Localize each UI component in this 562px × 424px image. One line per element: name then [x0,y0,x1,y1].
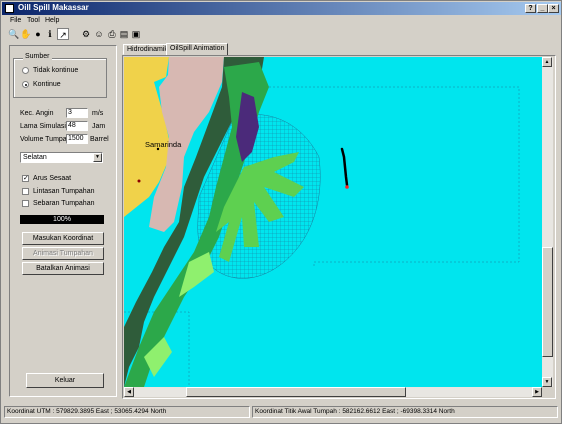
sumber-group [13,58,107,98]
horizontal-scrollbar[interactable]: ◀ ▶ [124,387,542,397]
lintasan-tumpahan-label: Lintasan Tumpahan [33,188,95,195]
person-icon[interactable]: ☺ [93,28,105,40]
info-icon[interactable]: ℹ [44,28,56,40]
layers-icon[interactable]: ▣ [130,28,142,40]
radio-tidak-kontinue-label: Tidak kontinue [33,67,79,74]
kec-angin-label: Kec. Angin [20,110,54,117]
run-icon[interactable]: ⚙ [80,28,92,40]
direction-select[interactable]: Selatan ▼ [20,152,103,163]
batalkan-animasi-button[interactable]: Batalkan Animasi [22,262,104,275]
kec-angin-input[interactable]: 3 [66,108,88,118]
lama-simulasi-label: Lama Simulasi [20,123,66,130]
scroll-down-button[interactable]: ▼ [542,377,552,387]
print-icon[interactable]: ⎙ [106,28,118,40]
spill-origin-marker[interactable] [345,185,349,189]
title-bar[interactable]: Oill Spill Makassar ? _ × [2,2,561,15]
arus-sesaat-label: Arus Sesaat [33,175,72,182]
status-utm: Koordinat UTM : 579829.3895 East ; 53065… [4,406,250,418]
horizontal-scroll-thumb[interactable] [186,387,406,397]
site-marker [137,179,141,183]
progress-bar: 100% [20,215,104,224]
sumber-group-title: Sumber [23,53,52,60]
animasi-tumpahan-button[interactable]: Animasi Tumpahan [22,247,104,260]
scroll-left-button[interactable]: ◀ [124,387,134,397]
volume-tumpah-label: Volume Tumpah [20,136,71,143]
menu-bar: File Tool Help [2,15,561,26]
vertical-scroll-thumb[interactable] [542,247,553,357]
status-spill-origin: Koordinat Titik Awal Tumpah : 582162.661… [252,406,558,418]
direction-select-value: Selatan [23,154,47,161]
scroll-right-button[interactable]: ▶ [532,387,542,397]
app-icon [5,4,14,13]
lama-simulasi-input[interactable]: 48 [66,121,88,131]
menu-tool[interactable]: Tool [27,17,40,24]
minimize-button[interactable]: _ [537,4,548,13]
app-window: Oill Spill Makassar ? _ × File Tool Help… [0,0,562,424]
checkbox-lintasan-tumpahan[interactable] [22,188,29,195]
volume-tumpah-unit: Barrel [90,136,109,143]
checkbox-sebaran-tumpahan[interactable] [22,200,29,207]
menu-file[interactable]: File [10,17,21,24]
hand-pan-icon[interactable]: ✋ [20,28,32,40]
keluar-button[interactable]: Keluar [26,373,104,388]
city-label: Samarinda [145,140,182,149]
menu-help[interactable]: Help [45,17,59,24]
kec-angin-unit: m/s [92,110,104,117]
vertical-scrollbar[interactable]: ▲ ▼ [542,57,553,387]
zoom-in-icon[interactable]: 🔍 [8,28,20,40]
scroll-up-button[interactable]: ▲ [542,57,552,67]
chevron-down-icon[interactable]: ▼ [93,153,102,162]
help-button[interactable]: ? [525,4,536,13]
radio-kontinue[interactable] [22,81,29,88]
window-title: Oill Spill Makassar [18,3,89,12]
close-button[interactable]: × [548,4,559,13]
pointer-icon[interactable]: ↗ [57,28,69,40]
progress-label: 100% [53,216,71,223]
volume-tumpah-input[interactable]: 1500 [66,134,88,144]
radio-tidak-kontinue[interactable] [22,67,29,74]
toolbar: 🔍 ✋ ● ℹ ↗ ⚙ ☺ ⎙ ▤ ▣ [2,27,561,41]
status-bar: Koordinat UTM : 579829.3895 East ; 53065… [2,405,561,419]
lama-simulasi-unit: Jam [92,123,106,130]
masukan-koordinat-button[interactable]: Masukan Koordinat [22,232,104,245]
radio-kontinue-label: Kontinue [33,81,61,88]
map-canvas[interactable]: Samarinda [124,57,542,387]
checkbox-arus-sesaat[interactable]: ✓ [22,175,29,182]
sebaran-tumpahan-label: Sebaran Tumpahan [33,200,95,207]
chart-icon[interactable]: ▤ [118,28,130,40]
globe-icon[interactable]: ● [32,28,44,40]
